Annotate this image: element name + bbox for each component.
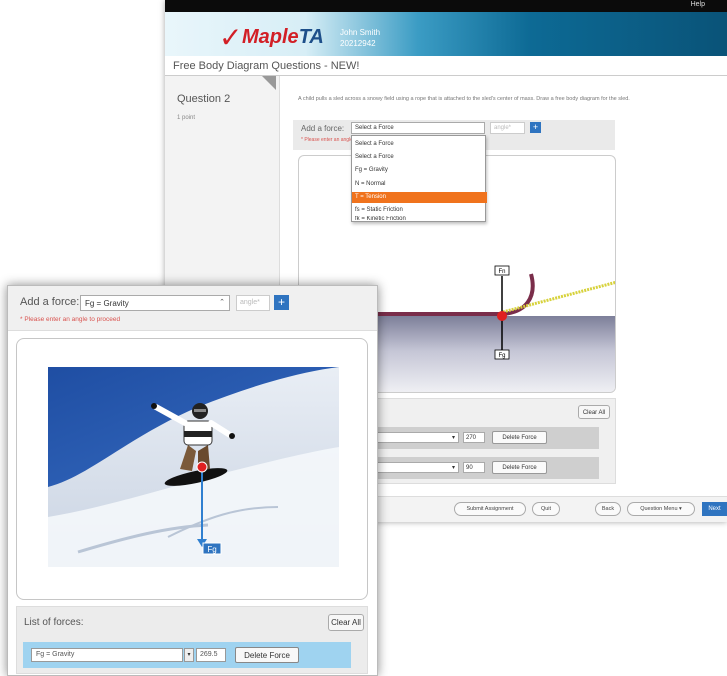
page-fold-icon	[262, 76, 276, 90]
center-of-mass-point	[497, 311, 507, 321]
force-row-select[interactable]: Fg = Gravity	[31, 648, 183, 662]
diagram-canvas[interactable]: Fg	[16, 338, 368, 600]
force-select-value: Fg = Gravity	[85, 299, 129, 308]
angle-input[interactable]: angle*	[236, 295, 270, 311]
vector-label-fg: Fg	[207, 545, 216, 554]
question-points: 1 point	[177, 115, 196, 121]
logo-ta-text: TA	[298, 26, 324, 48]
delete-force-button[interactable]: Delete Force	[492, 461, 547, 474]
add-force-label: Add a force:	[301, 124, 345, 133]
force-row-angle[interactable]: 90	[463, 462, 485, 473]
add-force-label: Add a force:	[20, 296, 80, 308]
force-row: Fg = Gravity ▾ 269.5 Delete Force	[23, 642, 351, 668]
force-row-angle[interactable]: 270	[463, 432, 485, 443]
chevron-down-icon[interactable]: ▾	[184, 648, 194, 662]
back-button[interactable]: Back	[595, 502, 621, 516]
next-button[interactable]: Next	[702, 502, 727, 516]
clear-all-button[interactable]: Clear All	[578, 405, 610, 419]
question-menu-button[interactable]: Question Menu ▾	[627, 502, 695, 516]
delete-force-button[interactable]: Delete Force	[235, 647, 299, 663]
user-name: John Smith	[340, 28, 381, 37]
front-force-window: Add a force: Fg = Gravity ⌃ angle* + * P…	[7, 285, 378, 676]
add-force-button[interactable]: +	[274, 295, 289, 310]
add-force-bar: Add a force: Fg = Gravity ⌃ angle* + * P…	[8, 286, 377, 331]
submit-assignment-button[interactable]: Submit Assignment	[454, 502, 526, 516]
delete-force-button[interactable]: Delete Force	[492, 431, 547, 444]
vector-label-fg: Fg	[498, 353, 505, 359]
vector-label-fn: Fn	[498, 269, 505, 275]
question-label: Question 2	[177, 93, 231, 105]
angle-input[interactable]: angle*	[490, 122, 525, 134]
page-title: Free Body Diagram Questions - NEW!	[173, 60, 360, 72]
dropdown-option[interactable]: Select a Force	[352, 138, 487, 151]
maple-logo-check-icon: ✓	[219, 21, 243, 54]
force-select[interactable]: Select a Force	[351, 122, 485, 134]
maple-logo: MapleTA	[242, 26, 324, 49]
center-of-mass-point	[196, 461, 208, 473]
force-list-label: List of forces:	[24, 617, 84, 628]
error-message: * Please enter an angle to proceed	[20, 316, 121, 323]
dropdown-option[interactable]: Fg = Gravity	[352, 164, 487, 177]
dropdown-option[interactable]: Select a Force	[352, 151, 487, 164]
help-link[interactable]: Help	[691, 1, 705, 8]
force-list-panel: List of forces: Clear All Fg = Gravity ▾…	[16, 606, 368, 674]
top-bar: Help	[165, 0, 727, 12]
add-force-button[interactable]: +	[530, 122, 541, 133]
quit-button[interactable]: Quit	[532, 502, 560, 516]
user-id: 20212942	[340, 39, 376, 48]
dropdown-option[interactable]: fk = Kinetic Friction	[352, 216, 487, 223]
chevron-down-icon: ⌃	[219, 299, 225, 306]
force-dropdown-menu: Select a Force Select a Force Select a F…	[351, 135, 487, 223]
dropdown-option[interactable]: N = Normal	[352, 178, 487, 191]
logo-maple-text: Maple	[242, 26, 299, 48]
question-text: A child pulls a sled across a snowy fiel…	[298, 96, 630, 102]
clear-all-button[interactable]: Clear All	[328, 614, 364, 631]
force-vector-overlay: Fg	[196, 461, 222, 555]
brand-header: ✓ MapleTA John Smith 20212942	[165, 12, 727, 56]
dropdown-option-selected[interactable]: T = Tension	[352, 192, 487, 203]
force-select[interactable]: Fg = Gravity ⌃	[80, 295, 230, 311]
force-row-angle[interactable]: 269.5	[196, 648, 226, 662]
